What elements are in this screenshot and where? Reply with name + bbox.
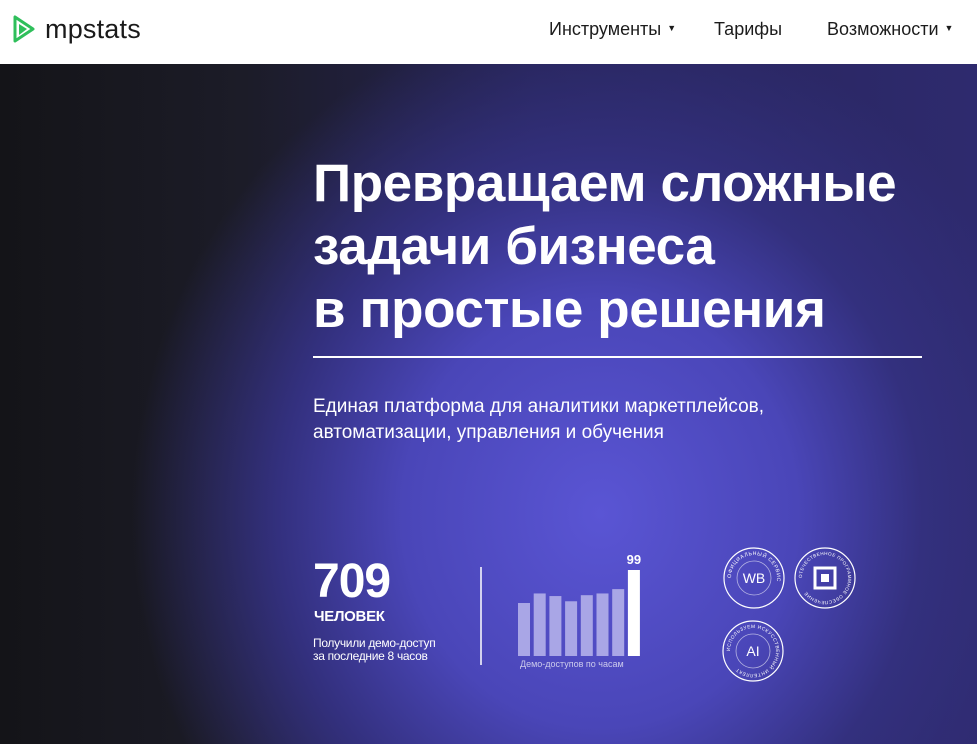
hero-subtitle: Единая платформа для аналитики маркетпле… — [313, 394, 873, 446]
chart-bar — [565, 601, 578, 656]
nav-prices-label: Тарифы — [714, 19, 783, 39]
hero-title-line: задачи бизнеса — [313, 217, 715, 276]
hero-section: Превращаем сложные задачи бизнеса в прос… — [0, 64, 977, 744]
hero-divider — [313, 356, 922, 358]
wb-badge-label: WB — [743, 570, 766, 586]
site-header: mpstats Инструменты ▼ Тарифы Возможности… — [0, 0, 977, 64]
demo-count-unit: ЧЕЛОВЕК — [314, 608, 385, 625]
chart-x-label: Демо-доступов по часам — [520, 659, 624, 669]
nav-prices-link[interactable]: Тарифы — [714, 19, 782, 40]
registry-square-icon — [813, 566, 837, 590]
hero-title-line: в простые решения — [313, 280, 826, 339]
hero-title-line: Превращаем сложные — [313, 154, 897, 213]
logo-text: mpstats — [45, 14, 141, 44]
demo-count-description: Получили демо-доступ за последние 8 часо… — [313, 637, 436, 663]
ai-badge-label: AI — [746, 643, 759, 659]
caret-down-icon: ▼ — [944, 22, 954, 33]
nav-tools-label: Инструменты — [549, 19, 662, 39]
play-logo-icon — [13, 15, 35, 43]
demo-count-description-line: за последние 8 часов — [313, 649, 428, 663]
chart-bar — [549, 596, 562, 656]
nav-tools-dropdown[interactable]: Инструменты ▼ — [549, 19, 676, 40]
demo-count-number: 709 — [313, 555, 391, 608]
chart-data-label: 99 — [627, 552, 641, 567]
chart-bar — [627, 570, 640, 656]
caret-down-icon: ▼ — [667, 22, 677, 33]
nav-features-label: Возможности — [827, 19, 939, 39]
hero-subtitle-line: автоматизации, управления и обучения — [313, 422, 664, 443]
chart-bar — [533, 593, 546, 656]
ai-badge: ИСПОЛЬЗУЕМ ИСКУССТВЕННЫЙ ИНТЕЛЛЕКТ AI — [722, 620, 784, 682]
chart-bar — [518, 603, 530, 656]
chart-bar — [580, 595, 593, 656]
wb-official-service-badge: ОФИЦИАЛЬНЫЙ СЕРВИС WB — [723, 547, 785, 609]
stats-separator — [480, 567, 482, 665]
nav-features-dropdown[interactable]: Возможности ▼ — [827, 19, 953, 40]
mpstats-logo[interactable]: mpstats — [13, 15, 141, 43]
chart-bar — [596, 593, 609, 656]
chart-bar — [612, 589, 625, 656]
hero-subtitle-line: Единая платформа для аналитики маркетпле… — [313, 396, 765, 417]
domestic-software-badge: ОТЕЧЕСТВЕННОЕ ПРОГРАММНОЕ ОБЕСПЕЧЕНИЕ — [794, 547, 856, 609]
demo-access-bar-chart: 99 — [518, 552, 641, 656]
hero-title: Превращаем сложные задачи бизнеса в прос… — [313, 152, 953, 341]
